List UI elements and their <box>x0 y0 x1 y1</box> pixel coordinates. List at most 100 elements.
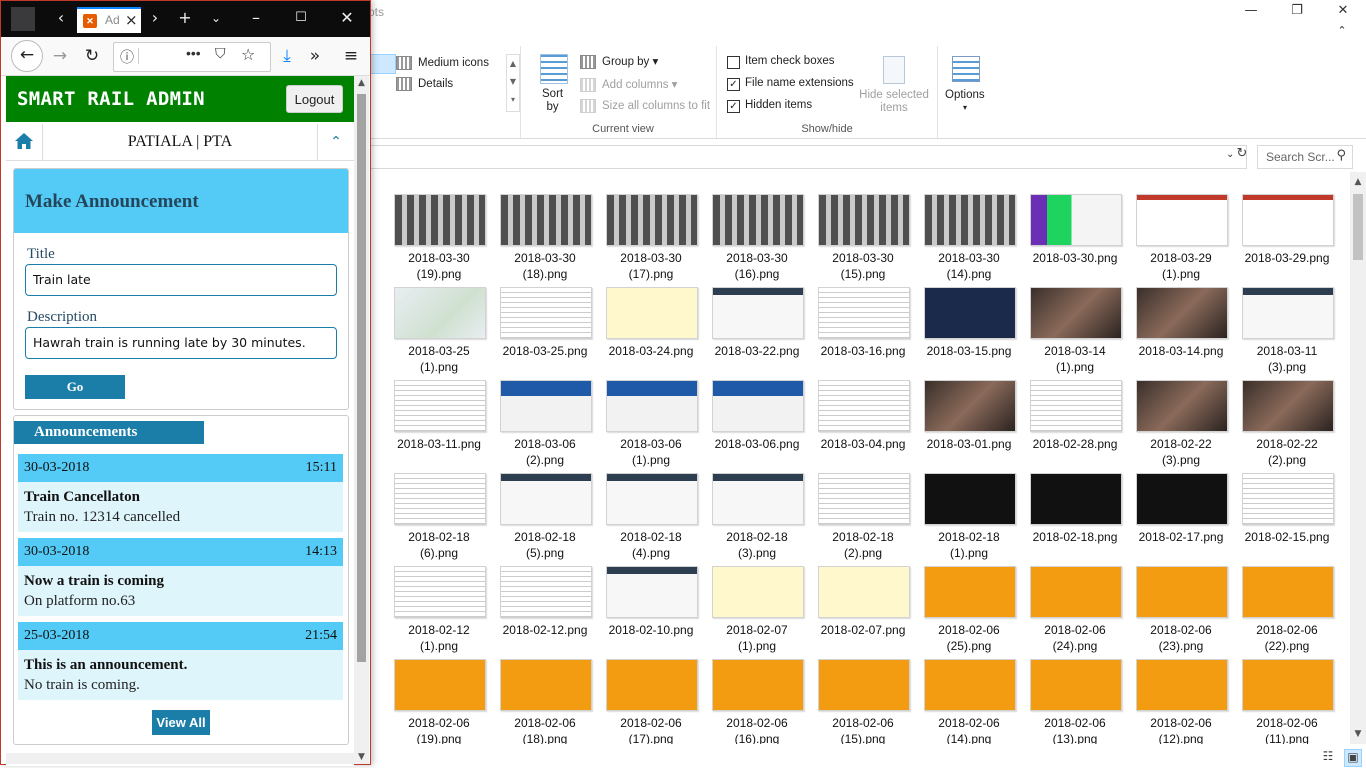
file-item[interactable]: 2018-02-10.png <box>603 556 699 649</box>
file-item[interactable]: 2018-02-06 (19).png <box>391 649 487 744</box>
reload-icon[interactable]: ↻ <box>80 44 104 68</box>
downloads-icon[interactable]: ⤓ <box>275 44 299 68</box>
description-input[interactable]: Hawrah train is running late by 30 minut… <box>25 327 337 359</box>
file-name-extensions-checkbox[interactable]: ✓ <box>727 78 740 91</box>
logout-button[interactable]: Logout <box>286 85 343 113</box>
file-item[interactable]: 2018-02-06 (12).png <box>1133 649 1229 744</box>
file-item[interactable]: 2018-03-11.png <box>391 370 487 463</box>
sort-by-button[interactable]: Sort by <box>542 88 563 114</box>
file-item[interactable]: 2018-02-12.png <box>497 556 593 649</box>
title-input[interactable]: Train late <box>25 264 337 296</box>
file-item[interactable]: 2018-03-06.png <box>709 370 805 463</box>
window-maximize-icon[interactable]: ☐ <box>289 7 313 31</box>
url-bar[interactable]: ⓘ ••• ⛉ ☆ <box>113 42 271 72</box>
file-item[interactable]: 2018-02-06 (14).png <box>921 649 1017 744</box>
file-item[interactable]: 2018-03-06 (1).png <box>603 370 699 467</box>
file-item[interactable]: 2018-02-18 (2).png <box>815 463 911 560</box>
ribbon-collapse-icon[interactable]: ⌃ <box>1322 24 1362 44</box>
layout-scroll[interactable]: ▲ ▼ ▾ <box>506 54 520 112</box>
view-all-button[interactable]: View All <box>152 710 210 735</box>
add-columns-button[interactable]: Add columns ▾ <box>580 77 677 92</box>
file-item[interactable]: 2018-02-07 (1).png <box>709 556 805 653</box>
scroll-up-icon[interactable]: ▲ <box>1350 174 1366 190</box>
file-item[interactable]: 2018-03-14 (1).png <box>1027 277 1123 374</box>
size-columns-button[interactable]: Size all columns to fit <box>580 99 710 113</box>
close-tab-icon[interactable]: × <box>125 11 138 29</box>
home-button[interactable] <box>6 124 43 160</box>
file-item[interactable]: 2018-02-06 (17).png <box>603 649 699 744</box>
explorer-scrollbar[interactable]: ▲ ▼ <box>1350 172 1366 744</box>
file-item[interactable]: 2018-02-18 (3).png <box>709 463 805 560</box>
options-button[interactable]: Options ▾ <box>945 89 985 113</box>
file-item[interactable]: 2018-03-22.png <box>709 277 805 370</box>
address-bar[interactable] <box>370 145 1247 169</box>
scroll-down-icon[interactable]: ▼ <box>1350 726 1366 742</box>
file-item[interactable]: 2018-02-06 (25).png <box>921 556 1017 653</box>
file-item[interactable]: 2018-03-30 (19).png <box>391 184 487 281</box>
group-by-button[interactable]: Group by ▾ <box>580 54 658 69</box>
file-item[interactable]: 2018-03-30 (18).png <box>497 184 593 281</box>
file-item[interactable]: 2018-03-25.png <box>497 277 593 370</box>
file-item[interactable]: 2018-02-22 (2).png <box>1239 370 1335 467</box>
file-item[interactable]: 2018-02-18 (5).png <box>497 463 593 560</box>
file-item[interactable]: 2018-03-30 (17).png <box>603 184 699 281</box>
close-button[interactable]: ✕ <box>1320 0 1366 24</box>
file-item[interactable]: 2018-03-29 (1).png <box>1133 184 1229 281</box>
file-item[interactable]: 2018-02-18 (4).png <box>603 463 699 560</box>
file-item[interactable]: 2018-03-24.png <box>603 277 699 370</box>
tabs-scroll-right-icon[interactable]: › <box>143 7 167 31</box>
site-info-icon[interactable]: ⓘ <box>120 47 134 67</box>
page-horizontal-scrollbar[interactable] <box>6 753 354 764</box>
minimize-button[interactable]: — <box>1228 0 1274 24</box>
file-item[interactable]: 2018-02-18 (6).png <box>391 463 487 560</box>
tabs-scroll-left-icon[interactable]: ‹ <box>49 7 73 31</box>
file-item[interactable]: 2018-02-06 (23).png <box>1133 556 1229 653</box>
page-actions-icon[interactable]: ••• <box>186 45 201 61</box>
page-scroll-up-icon[interactable]: ▲ <box>354 78 369 88</box>
menu-icon[interactable]: ≡ <box>339 44 363 68</box>
back-icon[interactable]: ← <box>11 40 43 72</box>
tab-placeholder[interactable] <box>11 7 35 31</box>
file-item[interactable]: 2018-02-06 (24).png <box>1027 556 1123 653</box>
file-item[interactable]: 2018-03-01.png <box>921 370 1017 463</box>
file-item[interactable]: 2018-03-30 (14).png <box>921 184 1017 281</box>
selected-layout[interactable] <box>370 54 396 74</box>
file-item[interactable]: 2018-02-28.png <box>1027 370 1123 463</box>
new-tab-icon[interactable]: + <box>173 7 197 31</box>
page-scroll-thumb[interactable] <box>357 94 366 662</box>
announcement-item[interactable]: 25-03-2018 21:54 This is an announcement… <box>18 622 343 700</box>
file-item[interactable]: 2018-03-25 (1).png <box>391 277 487 374</box>
announcement-item[interactable]: 30-03-2018 15:11 Train Cancellaton Train… <box>18 454 343 532</box>
chevron-up-icon[interactable]: ⌃ <box>317 124 354 160</box>
window-minimize-icon[interactable]: – <box>244 7 268 31</box>
hidden-items-checkbox[interactable]: ✓ <box>727 100 740 113</box>
file-item[interactable]: 2018-03-14.png <box>1133 277 1229 370</box>
file-item[interactable]: 2018-02-06 (15).png <box>815 649 911 744</box>
file-item[interactable]: 2018-02-12 (1).png <box>391 556 487 653</box>
refresh-icon[interactable]: ↻ <box>1232 146 1252 166</box>
file-item[interactable]: 2018-03-04.png <box>815 370 911 463</box>
scroll-thumb[interactable] <box>1353 194 1363 260</box>
file-item[interactable]: 2018-02-15.png <box>1239 463 1335 556</box>
details-option[interactable]: Details <box>396 77 453 91</box>
window-close-icon[interactable]: ✕ <box>335 7 359 31</box>
details-view-icon[interactable]: ☷ <box>1320 749 1336 765</box>
file-item[interactable]: 2018-02-18 (1).png <box>921 463 1017 560</box>
large-icons-view-icon[interactable]: ▣ <box>1344 749 1362 767</box>
file-item[interactable]: 2018-03-30.png <box>1027 184 1123 277</box>
file-item[interactable]: 2018-02-06 (13).png <box>1027 649 1123 744</box>
maximize-button[interactable]: ❐ <box>1274 0 1320 24</box>
search-box[interactable]: Search Scr... ⚲ <box>1257 145 1353 169</box>
file-item[interactable]: 2018-03-15.png <box>921 277 1017 370</box>
file-item[interactable]: 2018-02-17.png <box>1133 463 1229 556</box>
go-button[interactable]: Go <box>25 375 125 399</box>
page-scrollbar[interactable]: ▲ ▼ <box>354 76 369 764</box>
active-tab[interactable]: ✕ Ad × <box>77 7 141 33</box>
file-item[interactable]: 2018-03-29.png <box>1239 184 1335 277</box>
file-item[interactable]: 2018-02-22 (3).png <box>1133 370 1229 467</box>
file-item[interactable]: 2018-02-06 (16).png <box>709 649 805 744</box>
file-item[interactable]: 2018-02-06 (18).png <box>497 649 593 744</box>
file-item[interactable]: 2018-03-30 (16).png <box>709 184 805 281</box>
file-item[interactable]: 2018-02-18.png <box>1027 463 1123 556</box>
medium-icons-option[interactable]: Medium icons <box>396 56 489 70</box>
